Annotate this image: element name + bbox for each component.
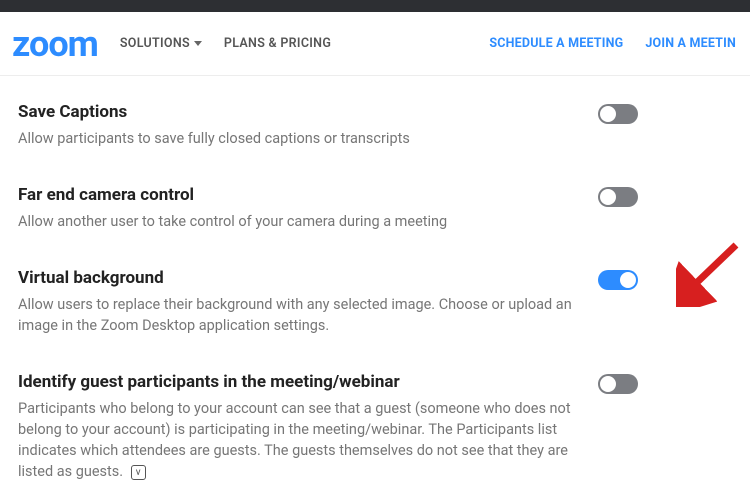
setting-title: Identify guest participants in the meeti… — [18, 372, 578, 392]
identify-guests-toggle[interactable] — [598, 374, 638, 394]
setting-title: Save Captions — [18, 102, 578, 122]
nav-solutions[interactable]: SOLUTIONS — [120, 36, 202, 51]
info-icon[interactable]: v — [131, 465, 146, 480]
setting-virtual-background: Virtual background Allow users to replac… — [18, 242, 732, 346]
setting-description: Allow another user to take control of yo… — [18, 211, 578, 232]
caret-down-icon — [194, 41, 202, 46]
main-header: zoom SOLUTIONS PLANS & PRICING SCHEDULE … — [0, 12, 750, 76]
nav-plans-pricing[interactable]: PLANS & PRICING — [224, 36, 331, 51]
setting-title: Virtual background — [18, 268, 578, 288]
join-meeting-link[interactable]: JOIN A MEETIN — [645, 36, 736, 51]
virtual-background-toggle[interactable] — [598, 270, 638, 290]
settings-list: Save Captions Allow participants to save… — [0, 76, 750, 492]
setting-description: Allow users to replace their background … — [18, 294, 578, 336]
schedule-meeting-link[interactable]: SCHEDULE A MEETING — [489, 36, 623, 51]
setting-description: Participants who belong to your account … — [18, 398, 578, 482]
setting-title: Far end camera control — [18, 185, 578, 205]
setting-far-end-camera: Far end camera control Allow another use… — [18, 159, 732, 242]
zoom-logo[interactable]: zoom — [12, 26, 98, 62]
save-captions-toggle[interactable] — [598, 104, 638, 124]
setting-identify-guests: Identify guest participants in the meeti… — [18, 346, 732, 492]
setting-description: Allow participants to save fully closed … — [18, 128, 578, 149]
far-end-camera-toggle[interactable] — [598, 187, 638, 207]
nav-plans-label: PLANS & PRICING — [224, 36, 331, 51]
window-top-bar — [0, 0, 750, 12]
nav-solutions-label: SOLUTIONS — [120, 36, 190, 51]
setting-save-captions: Save Captions Allow participants to save… — [18, 76, 732, 159]
